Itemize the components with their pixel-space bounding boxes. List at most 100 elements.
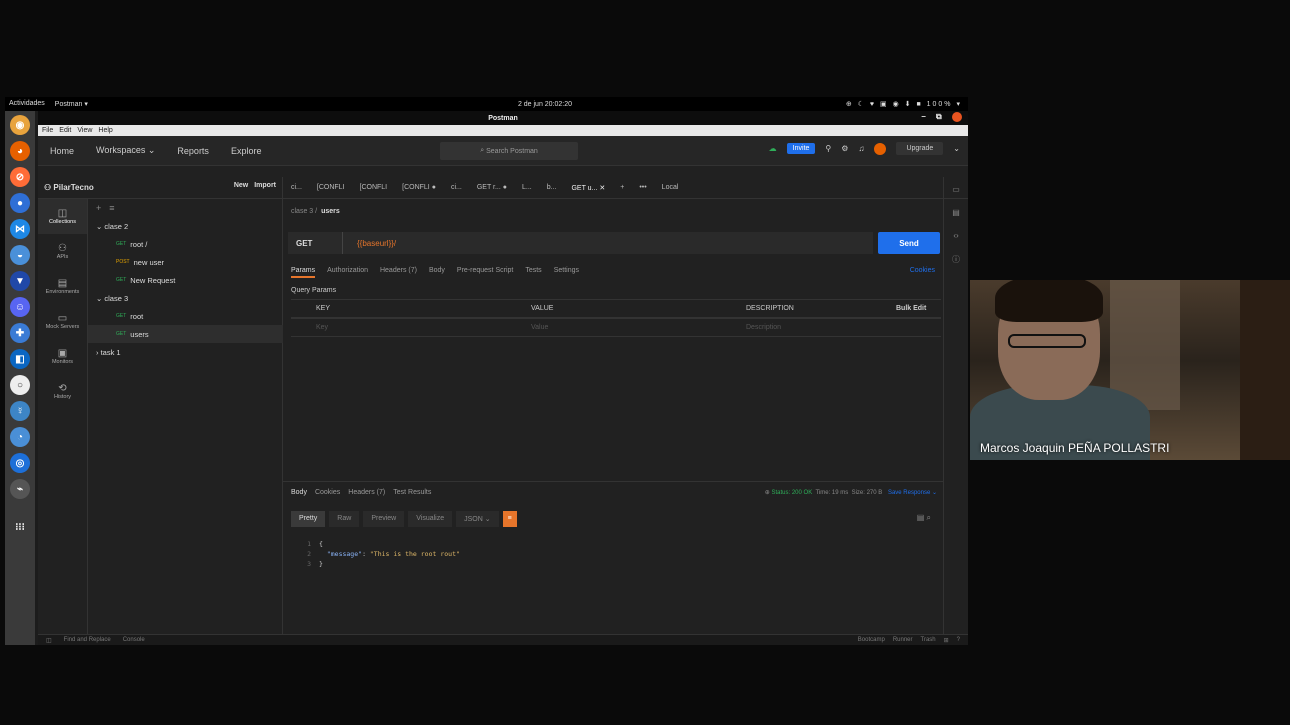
format-language-select[interactable]: JSON ⌄ (456, 511, 499, 527)
folder-item[interactable]: › task 1 (88, 343, 283, 361)
search-icon[interactable]: ⌕ (927, 513, 931, 522)
invite-button[interactable]: Invite (786, 143, 816, 154)
nav-reports[interactable]: Reports (177, 146, 209, 156)
bootcamp-button[interactable]: Bootcamp (858, 637, 885, 644)
chevron-down-icon[interactable]: ⌄ (953, 144, 960, 153)
environment-select[interactable]: Local (662, 184, 679, 191)
folder-item[interactable]: ⌄ clase 2 (88, 217, 283, 235)
clock[interactable]: 2 de jun 20:02:20 (445, 101, 645, 108)
sidebar-item-environments[interactable]: ▤ Environments (38, 269, 87, 304)
close-icon[interactable] (952, 112, 962, 122)
url-input[interactable]: {{baseurl}}/ (343, 239, 396, 248)
document-icon[interactable]: ▭ (952, 185, 960, 194)
tab[interactable]: ci... (451, 184, 462, 191)
tab-test-results[interactable]: Test Results (393, 489, 431, 496)
info-icon[interactable]: ⓘ (952, 254, 960, 265)
sync-icon[interactable]: ☁ (769, 144, 777, 153)
bulk-edit-button[interactable]: Bulk Edit (896, 305, 926, 312)
new-button[interactable]: New (234, 182, 248, 189)
format-visualize[interactable]: Visualize (408, 511, 453, 527)
menu-help[interactable]: Help (98, 127, 112, 134)
upgrade-button[interactable]: Upgrade (896, 142, 944, 155)
value-input[interactable]: Value (506, 324, 721, 331)
activities-button[interactable]: Actividades (9, 100, 45, 108)
breadcrumb-parent[interactable]: clase 3 / (291, 208, 317, 215)
response-body[interactable]: 1{ 2 "message": "This is the root rout" … (291, 539, 460, 569)
format-raw[interactable]: Raw (329, 511, 360, 527)
method-select[interactable]: GET (288, 232, 343, 254)
app-icon[interactable]: ○ (10, 375, 30, 395)
new-tab-button[interactable]: + (620, 184, 624, 191)
satellite-icon[interactable]: ⚲ (825, 144, 831, 153)
tab[interactable]: GET r... ● (477, 184, 507, 191)
import-button[interactable]: Import (254, 182, 276, 189)
sidebar-toggle-icon[interactable]: ◫ (46, 637, 52, 644)
copy-icon[interactable]: ▤ (917, 513, 925, 522)
tab-body[interactable]: Body (429, 267, 445, 278)
sidebar-item-monitors[interactable]: ▣ Monitors (38, 339, 87, 374)
tab-settings[interactable]: Settings (554, 267, 579, 278)
nav-workspaces[interactable]: Workspaces ⌄ (96, 145, 155, 156)
request-item[interactable]: GET root / (88, 235, 283, 253)
send-button[interactable]: Send (878, 232, 940, 254)
vscode-icon[interactable]: ⋈ (10, 219, 30, 239)
tab-active[interactable]: GET u... ✕ (571, 184, 605, 192)
tab-tests[interactable]: Tests (525, 267, 541, 278)
firefox-icon[interactable]: ◕ (10, 141, 30, 161)
tab[interactable]: [CONFLI (360, 184, 388, 191)
workspace-name[interactable]: PilarTecno (53, 183, 93, 192)
discord-icon[interactable]: ☺ (10, 297, 30, 317)
tab-authorization[interactable]: Authorization (327, 267, 368, 278)
app-icon[interactable]: ◎ (10, 453, 30, 473)
app-icon[interactable]: ◔ (10, 427, 30, 447)
nav-home[interactable]: Home (50, 146, 74, 156)
tab[interactable]: L... (522, 184, 532, 191)
sidebar-item-apis[interactable]: ⚇ APIs (38, 234, 87, 269)
menu-edit[interactable]: Edit (59, 127, 71, 134)
runner-button[interactable]: Runner (893, 637, 913, 644)
request-item[interactable]: POST new user (88, 253, 283, 271)
tab-response-body[interactable]: Body (291, 489, 307, 496)
layout-icon[interactable]: ⊞ (944, 637, 949, 644)
search-input[interactable]: ⌕ Search Postman (440, 142, 578, 160)
system-tray[interactable]: ⊕ ☾ ♥ ▣ ◉ ⬇ ■ 100% ▾ (645, 100, 968, 108)
chrome-icon[interactable]: ◉ (10, 115, 30, 135)
window-controls[interactable]: – ⧉ (921, 112, 962, 122)
app-icon[interactable]: ✚ (10, 323, 30, 343)
request-item[interactable]: GET New Request (88, 271, 283, 289)
app-icon[interactable]: ☿ (10, 401, 30, 421)
tab-params[interactable]: Params (291, 267, 316, 278)
tab[interactable]: b... (547, 184, 557, 191)
comment-icon[interactable]: ▤ (952, 208, 960, 217)
sidebar-item-history[interactable]: ⟲ History (38, 374, 87, 409)
wrap-lines-icon[interactable]: ≡ (502, 511, 517, 527)
code-icon[interactable]: ‹› (953, 231, 958, 240)
terminal-icon[interactable]: ⌁ (10, 479, 30, 499)
request-item[interactable]: GET root (88, 307, 283, 325)
bell-icon[interactable]: ♫ (858, 144, 864, 153)
tab-response-headers[interactable]: Headers (7) (348, 489, 385, 496)
save-response-button[interactable]: Save Response ⌄ (888, 490, 937, 496)
add-icon[interactable]: + (96, 203, 101, 213)
sidebar-item-mock-servers[interactable]: ▭ Mock Servers (38, 304, 87, 339)
tab-headers[interactable]: Headers (7) (380, 267, 417, 278)
request-item-selected[interactable]: GET users (88, 325, 283, 343)
tab[interactable]: ci... (291, 184, 302, 191)
nav-explore[interactable]: Explore (231, 146, 262, 156)
show-apps-icon[interactable]: ⁝⁝⁝ (10, 517, 30, 537)
cookies-link[interactable]: Cookies (910, 267, 935, 274)
sidebar-item-collections[interactable]: ◫ Collections (38, 199, 87, 234)
gear-icon[interactable]: ⚙ (841, 144, 848, 153)
more-tabs-button[interactable]: ••• (639, 184, 646, 191)
trash-button[interactable]: Trash (921, 637, 936, 644)
description-input[interactable]: Description (721, 324, 936, 331)
app-menu[interactable]: Postman ▾ (55, 100, 88, 108)
menu-view[interactable]: View (77, 127, 92, 134)
app-icon[interactable]: ◒ (10, 245, 30, 265)
tab[interactable]: [CONFLI ● (402, 184, 436, 191)
avatar[interactable] (874, 142, 887, 155)
format-preview[interactable]: Preview (363, 511, 405, 527)
menu-file[interactable]: File (42, 127, 53, 134)
filter-icon[interactable]: ≡ (109, 203, 114, 213)
tab-response-cookies[interactable]: Cookies (315, 489, 340, 496)
